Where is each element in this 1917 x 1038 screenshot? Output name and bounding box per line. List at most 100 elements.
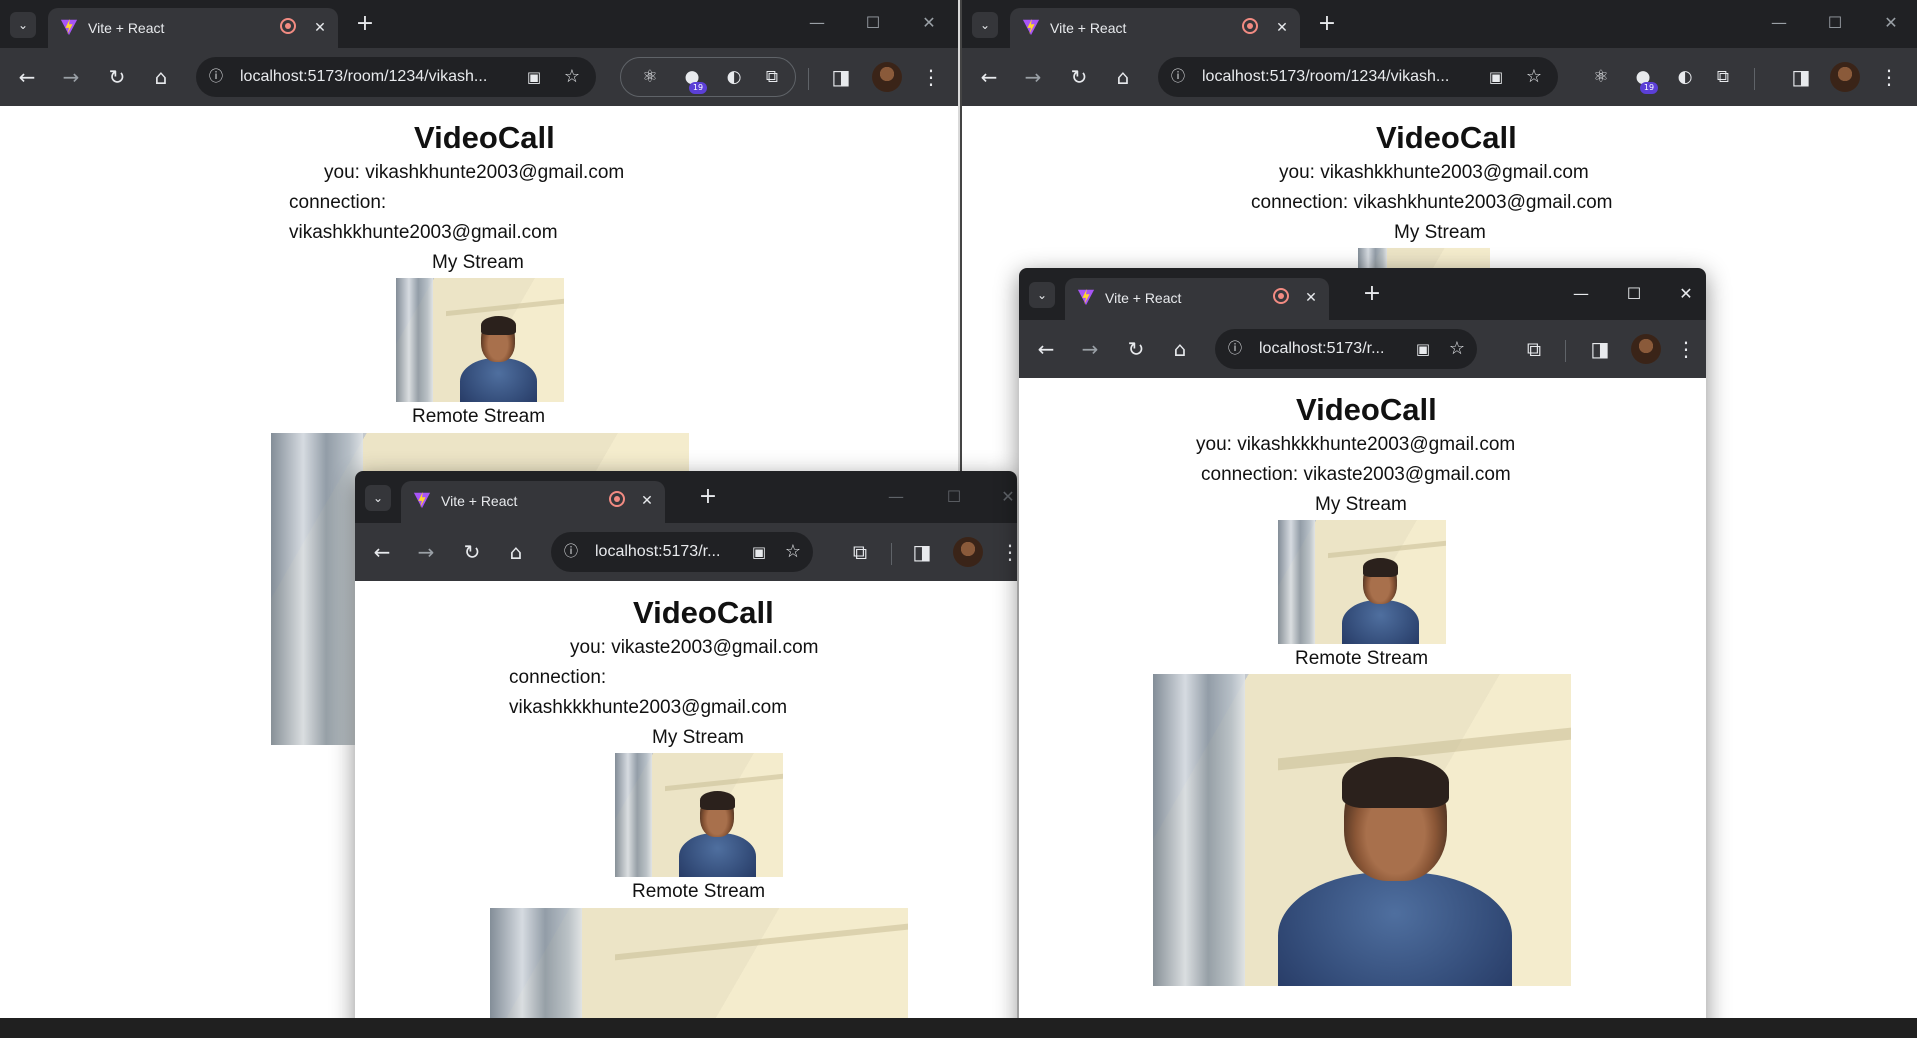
reload-icon[interactable]: ↻ — [1064, 62, 1094, 92]
maximize-button[interactable]: ☐ — [1818, 10, 1852, 36]
plus-icon[interactable]: + — [352, 11, 378, 37]
back-arrow-icon[interactable]: ← — [12, 62, 42, 92]
video-wall — [615, 923, 908, 960]
kebab-menu-icon[interactable]: ⋮ — [1671, 334, 1701, 364]
puzzle-icon[interactable]: ⧉ — [1519, 334, 1549, 364]
star-icon[interactable]: ☆ — [781, 541, 805, 563]
home-icon[interactable]: ⌂ — [501, 537, 531, 567]
reload-icon[interactable]: ↻ — [457, 537, 487, 567]
star-icon[interactable]: ☆ — [560, 66, 584, 88]
close-icon[interactable]: ✕ — [1272, 17, 1292, 37]
forward-arrow-icon[interactable]: → — [1018, 62, 1048, 92]
forward-arrow-icon[interactable]: → — [1075, 334, 1105, 364]
chevron-down-icon[interactable]: ⌄ — [1029, 282, 1055, 308]
my-stream-label: My Stream — [1394, 222, 1486, 243]
back-arrow-icon[interactable]: ← — [367, 537, 397, 567]
react-devtools-icon[interactable]: ⚛ — [1590, 66, 1612, 88]
close-icon[interactable]: ✕ — [310, 17, 330, 37]
minimize-button[interactable]: — — [879, 484, 913, 510]
react-devtools-icon[interactable]: ⚛ — [639, 66, 661, 88]
close-icon[interactable]: ✕ — [637, 490, 657, 510]
address-bar[interactable]: ⓘ localhost:5173/room/1234/vikash... ▣ ☆ — [1158, 57, 1558, 97]
info-icon[interactable]: ⓘ — [1168, 67, 1188, 87]
home-icon[interactable]: ⌂ — [1108, 62, 1138, 92]
info-icon[interactable]: ⓘ — [206, 67, 226, 87]
address-bar[interactable]: ⓘ localhost:5173/room/1234/vikash... ▣ ☆ — [196, 57, 596, 97]
maximize-button[interactable]: ☐ — [937, 484, 971, 510]
url-text: localhost:5173/r... — [1259, 340, 1385, 357]
reload-icon[interactable]: ↻ — [102, 62, 132, 92]
plus-icon[interactable]: + — [1359, 281, 1385, 307]
video-curtain — [396, 278, 433, 402]
close-window-button[interactable]: ✕ — [1669, 281, 1703, 307]
back-arrow-icon[interactable]: ← — [1031, 334, 1061, 364]
camera-icon[interactable]: ▣ — [1484, 67, 1508, 87]
chevron-down-icon[interactable]: ⌄ — [365, 485, 391, 511]
forward-arrow-icon[interactable]: → — [411, 537, 441, 567]
address-bar[interactable]: ⓘ localhost:5173/r... ▣ ☆ — [1215, 329, 1477, 369]
minimize-button[interactable]: — — [800, 10, 834, 36]
tab-strip: ⌄ Vite + React ✕ + — ☐ ✕ — [1019, 268, 1706, 320]
browser-tab[interactable]: Vite + React ✕ — [401, 481, 665, 523]
puzzle-icon[interactable]: ⧉ — [761, 66, 783, 88]
dark-mode-icon[interactable]: ◐ — [1674, 66, 1696, 88]
browser-popup-left: ⌄ Vite + React ✕ + — ☐ ✕ ← → ↻ ⌂ ⓘ local… — [355, 471, 1017, 1038]
kebab-menu-icon[interactable]: ⋮ — [995, 537, 1017, 567]
info-icon[interactable]: ⓘ — [1225, 339, 1245, 359]
puzzle-icon[interactable]: ⧉ — [845, 537, 875, 567]
kebab-menu-icon[interactable]: ⋮ — [916, 62, 946, 92]
minimize-button[interactable]: — — [1564, 281, 1598, 307]
reload-icon[interactable]: ↻ — [1121, 334, 1151, 364]
side-panel-icon[interactable]: ◨ — [1786, 62, 1816, 92]
close-window-button[interactable]: ✕ — [1874, 10, 1908, 36]
camera-icon[interactable]: ▣ — [1411, 339, 1435, 359]
recording-indicator-icon — [609, 491, 625, 507]
avatar[interactable] — [1830, 62, 1860, 92]
star-icon[interactable]: ☆ — [1522, 66, 1546, 88]
tab-strip: ⌄ Vite + React ✕ + — ☐ ✕ — [355, 471, 1017, 523]
kebab-menu-icon[interactable]: ⋮ — [1874, 62, 1904, 92]
chevron-down-icon[interactable]: ⌄ — [972, 12, 998, 38]
side-panel-icon[interactable]: ◨ — [826, 62, 856, 92]
maximize-button[interactable]: ☐ — [1617, 281, 1651, 307]
my-stream-label: My Stream — [652, 727, 744, 748]
minimize-button[interactable]: — — [1762, 10, 1796, 36]
camera-icon[interactable]: ▣ — [522, 67, 546, 87]
close-icon[interactable]: ✕ — [1301, 287, 1321, 307]
info-icon[interactable]: ⓘ — [561, 542, 581, 562]
video-wall — [665, 774, 783, 792]
video-person-body — [678, 833, 757, 877]
video-person-body — [1341, 600, 1420, 644]
browser-tab[interactable]: Vite + React ✕ — [48, 8, 338, 48]
avatar[interactable] — [953, 537, 983, 567]
taskbar — [0, 1018, 1917, 1038]
home-icon[interactable]: ⌂ — [146, 62, 176, 92]
maximize-button[interactable]: ☐ — [856, 10, 890, 36]
avatar[interactable] — [872, 62, 902, 92]
toolbar-divider — [808, 68, 809, 90]
back-arrow-icon[interactable]: ← — [974, 62, 1004, 92]
video-person-hair — [699, 791, 736, 810]
video-curtain — [1153, 674, 1245, 986]
connection-label: connection: — [289, 192, 387, 213]
camera-icon[interactable]: ▣ — [747, 542, 771, 562]
remote-stream-label: Remote Stream — [632, 881, 766, 902]
browser-tab[interactable]: Vite + React ✕ — [1010, 8, 1300, 48]
star-icon[interactable]: ☆ — [1445, 338, 1469, 360]
close-window-button[interactable]: ✕ — [912, 10, 946, 36]
forward-arrow-icon[interactable]: → — [56, 62, 86, 92]
vite-icon — [413, 491, 431, 509]
chevron-down-icon[interactable]: ⌄ — [10, 12, 36, 38]
puzzle-icon[interactable]: ⧉ — [1712, 66, 1734, 88]
side-panel-icon[interactable]: ◨ — [1585, 334, 1615, 364]
plus-icon[interactable]: + — [1314, 11, 1340, 37]
home-icon[interactable]: ⌂ — [1165, 334, 1195, 364]
address-bar[interactable]: ⓘ localhost:5173/r... ▣ ☆ — [551, 532, 813, 572]
dark-mode-icon[interactable]: ◐ — [723, 66, 745, 88]
side-panel-icon[interactable]: ◨ — [907, 537, 937, 567]
avatar[interactable] — [1631, 334, 1661, 364]
close-window-button[interactable]: ✕ — [991, 484, 1017, 510]
video-wall — [446, 299, 564, 317]
plus-icon[interactable]: + — [695, 484, 721, 510]
browser-tab[interactable]: Vite + React ✕ — [1065, 278, 1329, 320]
